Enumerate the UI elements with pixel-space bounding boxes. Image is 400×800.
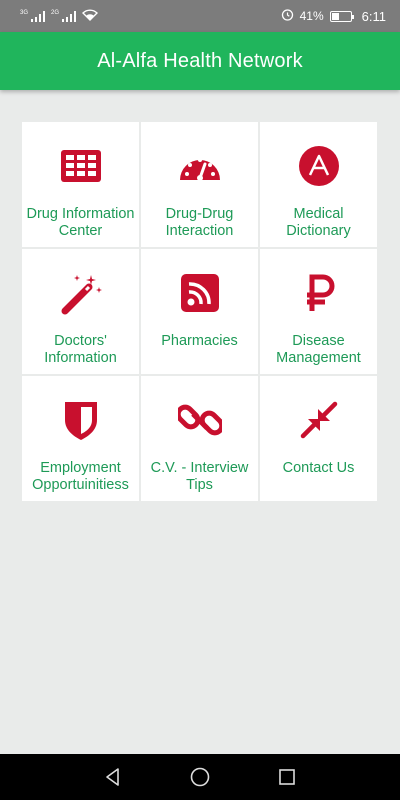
tile-label: C.V. - Interview Tips [150, 460, 249, 493]
sim2-label: 2G [51, 10, 60, 16]
alarm-icon [281, 8, 294, 24]
back-icon[interactable] [98, 762, 128, 792]
rss-icon [178, 271, 222, 315]
tile-label: Doctors' Information [44, 333, 117, 366]
tile-label: Drug-Drug Interaction [165, 206, 234, 239]
tile-label: Employment Opportuinitiess [32, 460, 129, 493]
recents-icon[interactable] [272, 762, 302, 792]
signal-icon: 2G [51, 10, 77, 22]
tile-doctors-information[interactable]: Doctors' Information [22, 249, 139, 374]
tile-medical-dictionary[interactable]: Medical Dictionary [260, 122, 377, 247]
table-icon [59, 144, 103, 188]
app-title: Al-Alfa Health Network [97, 49, 303, 72]
tile-disease-management[interactable]: Disease Management [260, 249, 377, 374]
navigation-bar [0, 754, 400, 800]
magic-wand-icon [59, 271, 103, 315]
compress-icon [297, 398, 341, 442]
tile-cv-interview-tips[interactable]: C.V. - Interview Tips [141, 376, 258, 501]
dashboard-icon [178, 144, 222, 188]
signal-icon: 3G [20, 10, 46, 22]
letter-a-icon [297, 144, 341, 188]
battery-percent: 41% [299, 9, 324, 23]
home-icon[interactable] [185, 762, 215, 792]
status-left: 3G 2G [20, 8, 99, 24]
ruble-icon [297, 271, 341, 315]
tile-contact-us[interactable]: Contact Us [260, 376, 377, 501]
tile-label: Medical Dictionary [286, 206, 351, 239]
tile-label: Contact Us [282, 460, 355, 476]
tile-label: Pharmacies [161, 333, 238, 349]
tile-label: Drug Information Center [26, 206, 135, 239]
tile-pharmacies[interactable]: Pharmacies [141, 249, 258, 374]
tile-label: Disease Management [276, 333, 361, 366]
sim1-label: 3G [20, 10, 29, 16]
menu-grid: Drug Information Center Drug-Drug Intera… [22, 122, 377, 501]
tile-drug-information-center[interactable]: Drug Information Center [22, 122, 139, 247]
chain-link-icon [177, 398, 222, 442]
battery-icon [329, 10, 354, 22]
tile-employment-opportunities[interactable]: Employment Opportuinitiess [22, 376, 139, 501]
clock: 6:11 [361, 8, 386, 24]
tile-drug-drug-interaction[interactable]: Drug-Drug Interaction [141, 122, 258, 247]
wifi-icon [82, 8, 99, 24]
status-right: 41% 6:11 [281, 8, 386, 24]
app-bar: Al-Alfa Health Network [0, 32, 400, 90]
shield-icon [59, 398, 103, 442]
status-bar: 3G 2G 41% 6:11 [0, 0, 400, 32]
